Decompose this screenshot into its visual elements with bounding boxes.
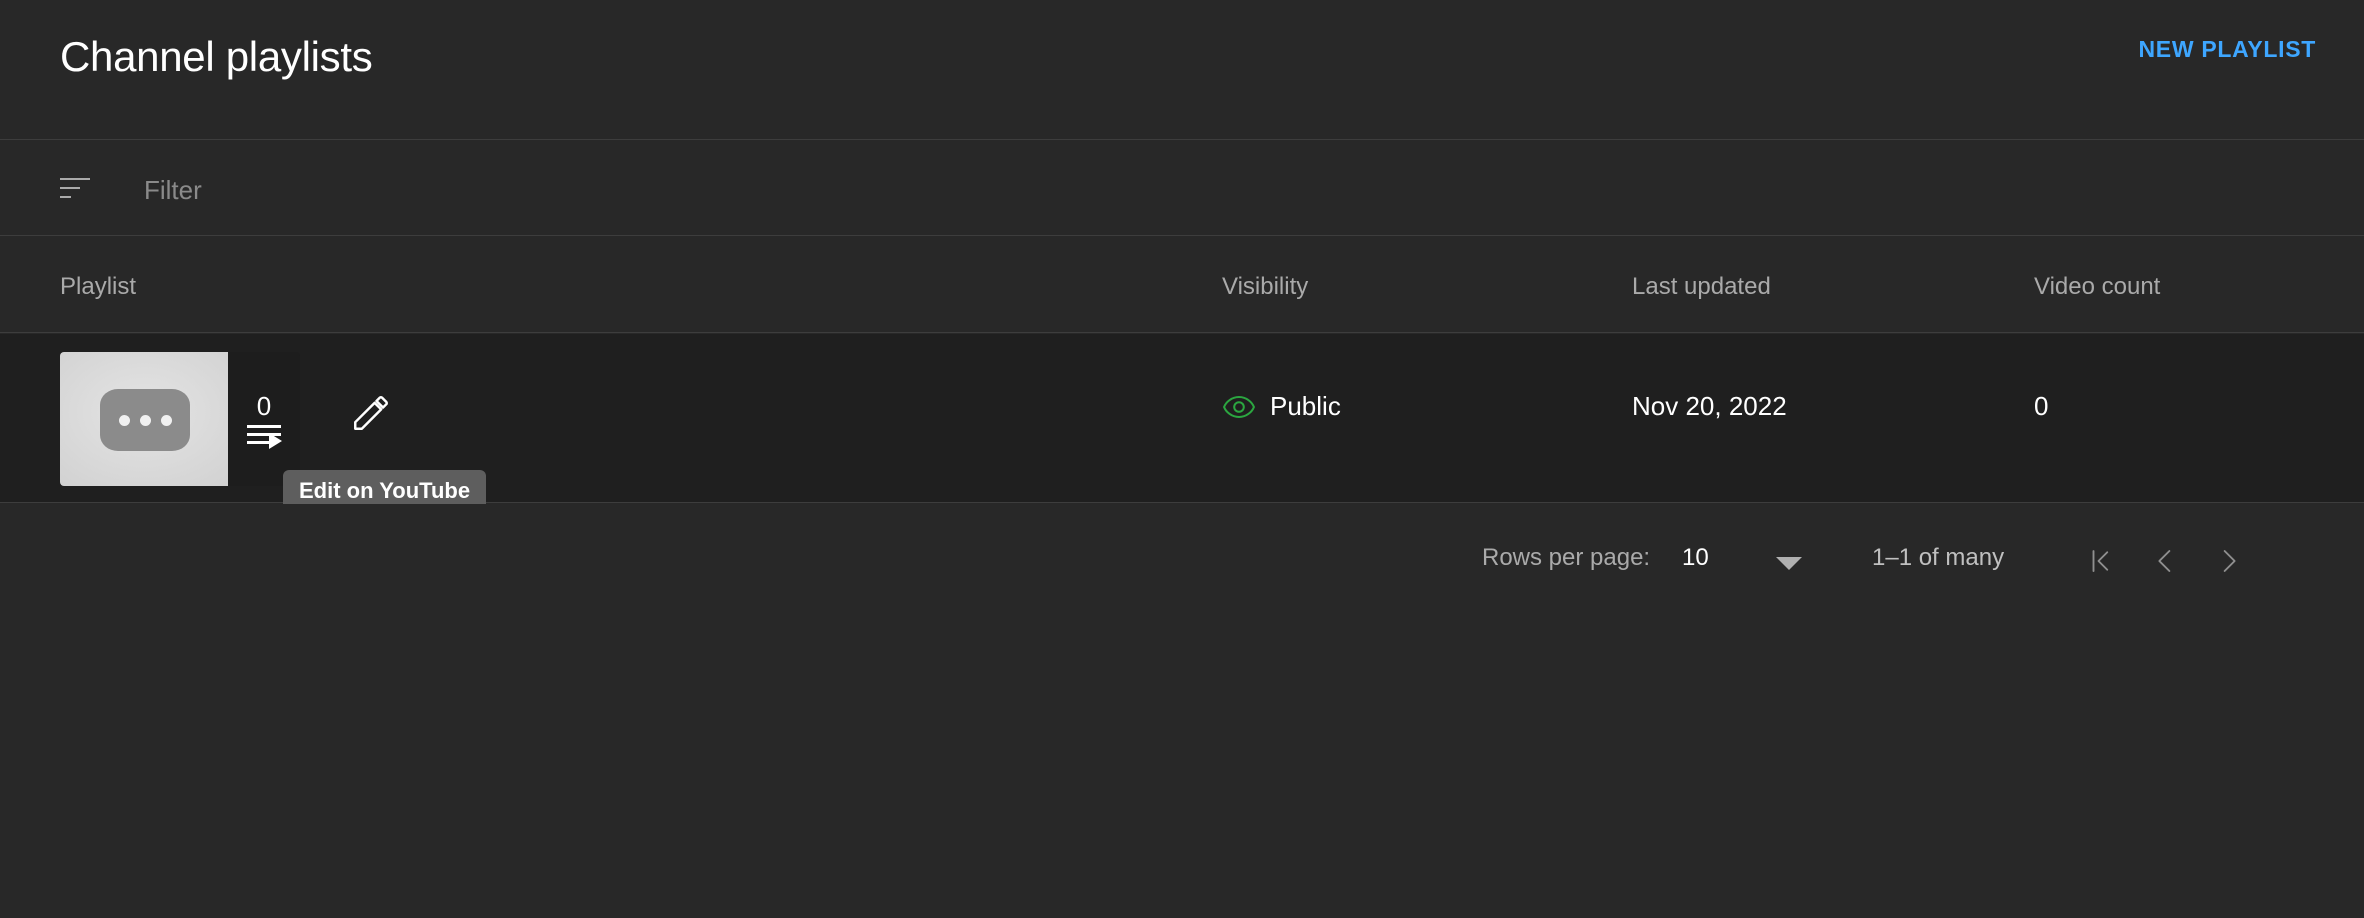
filter-line-1 bbox=[60, 178, 90, 180]
filter-line-2 bbox=[60, 187, 80, 189]
edit-on-youtube-button[interactable] bbox=[338, 380, 404, 446]
page-header: Channel playlists NEW PLAYLIST bbox=[0, 0, 2364, 140]
next-page-button[interactable] bbox=[2202, 534, 2256, 588]
page-title: Channel playlists bbox=[60, 33, 373, 80]
placeholder-dot-2 bbox=[139, 414, 151, 426]
column-header-visibility[interactable]: Visibility bbox=[1222, 273, 1308, 301]
rows-per-page-value[interactable]: 10 bbox=[1682, 544, 1709, 572]
visibility-label: Public bbox=[1270, 391, 1341, 421]
table-header-row: Playlist Visibility Last updated Video c… bbox=[0, 237, 2364, 333]
paginator: Rows per page: 10 1–1 of many bbox=[0, 504, 2364, 614]
new-playlist-button[interactable]: NEW PLAYLIST bbox=[2138, 36, 2316, 63]
playlist-icon-line-1 bbox=[247, 425, 281, 428]
playlist-badge-count-label: 0 bbox=[256, 391, 272, 421]
visibility-cell: Public bbox=[1222, 391, 1341, 422]
page-range-label: 1–1 of many bbox=[1872, 544, 2005, 571]
eye-icon bbox=[1222, 395, 1256, 418]
previous-page-button[interactable] bbox=[2138, 534, 2192, 588]
pencil-edit-icon bbox=[354, 396, 388, 430]
filter-list-icon[interactable] bbox=[60, 176, 94, 202]
video-count-cell: 0 bbox=[2034, 391, 2049, 421]
chevron-down-icon[interactable] bbox=[1776, 557, 1802, 570]
first-page-icon bbox=[2092, 550, 2109, 572]
playlist-count-badge: 0 bbox=[228, 352, 300, 486]
rows-per-page-label: Rows per page: bbox=[1482, 544, 1651, 571]
placeholder-dot-1 bbox=[118, 414, 130, 426]
playlist-play-icon bbox=[247, 425, 282, 449]
column-header-video-count[interactable]: Video count bbox=[2034, 273, 2160, 301]
column-header-playlist[interactable]: Playlist bbox=[60, 273, 136, 301]
placeholder-dot-3 bbox=[160, 414, 172, 426]
playlist-icon-triangle bbox=[269, 433, 282, 449]
filter-input[interactable] bbox=[142, 167, 846, 213]
last-updated-cell: Nov 20, 2022 bbox=[1632, 391, 1787, 421]
video-placeholder-icon bbox=[100, 389, 190, 451]
column-header-last-updated[interactable]: Last updated bbox=[1632, 273, 1771, 301]
chevron-right-icon bbox=[2223, 550, 2236, 572]
playlist-icon-line-3 bbox=[247, 441, 269, 444]
thumbnail-image bbox=[60, 352, 228, 486]
first-page-button[interactable] bbox=[2074, 534, 2128, 588]
filter-line-3 bbox=[60, 196, 71, 198]
chevron-left-icon bbox=[2158, 550, 2171, 572]
filter-bar bbox=[0, 141, 2364, 236]
playlist-thumbnail[interactable]: 0 bbox=[60, 352, 300, 486]
